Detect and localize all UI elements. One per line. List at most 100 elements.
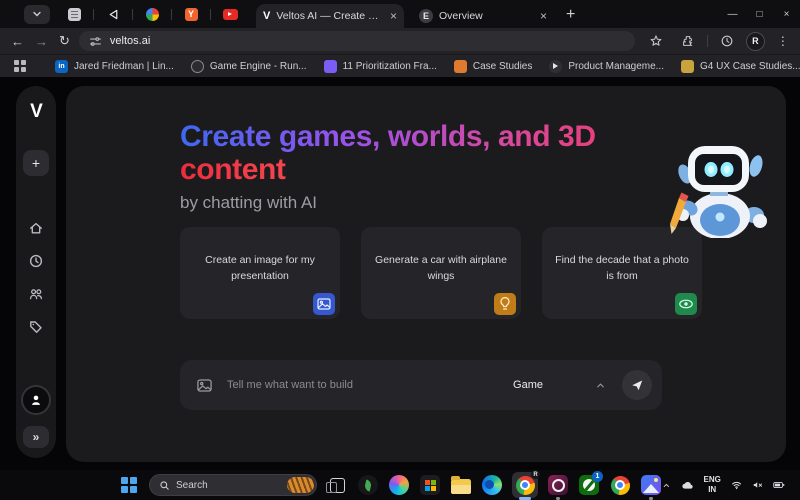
- lightbulb-icon: [494, 293, 516, 315]
- speaker-muted-icon[interactable]: [752, 479, 763, 491]
- game-engine-icon: [191, 60, 204, 73]
- tray-chevron-up-icon[interactable]: [662, 480, 671, 491]
- back-button[interactable]: ←: [11, 34, 24, 49]
- gallery-app-icon[interactable]: [640, 474, 662, 496]
- taskbar-search[interactable]: Search: [149, 474, 317, 496]
- suggestion-card-image[interactable]: Create an image for my presentation: [180, 227, 340, 319]
- address-bar[interactable]: veltos.ai: [79, 31, 635, 51]
- close-tab-icon[interactable]: ×: [540, 10, 547, 22]
- url-text: veltos.ai: [110, 35, 150, 47]
- home-icon[interactable]: [28, 220, 44, 236]
- suggestion-card-decade[interactable]: Find the decade that a photo is from: [542, 227, 702, 319]
- bookmark-item[interactable]: in Jared Friedman | Lin...: [55, 60, 174, 73]
- send-button[interactable]: [622, 370, 652, 400]
- pinned-tab-colorful[interactable]: [138, 0, 166, 28]
- new-tab-button[interactable]: +: [566, 6, 575, 24]
- leaf-app-icon[interactable]: [357, 474, 379, 496]
- mode-selector[interactable]: Game: [513, 379, 543, 391]
- extension-circle-button[interactable]: [720, 34, 734, 48]
- overview-favicon: E: [419, 9, 433, 23]
- pinned-tab-youtube[interactable]: [216, 0, 244, 28]
- search-highlight-image[interactable]: [287, 477, 314, 493]
- bookmark-star-button[interactable]: [649, 34, 663, 48]
- chrome-active-icon[interactable]: R: [512, 472, 538, 498]
- forward-button[interactable]: →: [35, 34, 48, 49]
- attach-image-icon[interactable]: [196, 377, 213, 394]
- start-button[interactable]: [118, 474, 140, 496]
- eye-icon: [675, 293, 697, 315]
- wifi-icon[interactable]: [731, 479, 742, 491]
- tag-icon[interactable]: [28, 319, 44, 335]
- product-management-icon: [549, 60, 562, 73]
- profile-avatar[interactable]: R: [746, 32, 765, 51]
- system-tray: ENGIN 21:24 29-07-2025: [662, 467, 800, 500]
- new-project-button[interactable]: +: [23, 150, 49, 176]
- file-explorer-icon[interactable]: [450, 474, 472, 496]
- tab-title: Overview: [439, 10, 534, 22]
- camera-app-icon[interactable]: [547, 474, 569, 496]
- bookmark-item[interactable]: Case Studies: [454, 60, 532, 73]
- tab-title: Veltos AI — Create Games & 3...: [276, 10, 384, 22]
- expand-sidebar-button[interactable]: »: [23, 426, 49, 448]
- bookmarks-bar: in Jared Friedman | Lin... Game Engine -…: [0, 54, 800, 77]
- windows-taskbar: Search R 1 EN: [0, 470, 800, 500]
- suggestion-card-generate[interactable]: Generate a car with airplane wings: [361, 227, 521, 319]
- edge-icon[interactable]: [481, 474, 503, 496]
- search-icon: [159, 480, 170, 491]
- language-indicator[interactable]: ENGIN: [704, 475, 721, 494]
- reload-button[interactable]: ↻: [59, 33, 70, 49]
- clock[interactable]: 21:24 29-07-2025: [795, 467, 800, 500]
- xbox-notification-badge: 1: [592, 471, 603, 482]
- browser-tab-strip: Y V Veltos AI — Create Games & 3... × E …: [0, 0, 800, 28]
- tab-search-button[interactable]: [24, 5, 50, 24]
- microsoft-store-icon[interactable]: [419, 474, 441, 496]
- bookmark-item[interactable]: Game Engine - Run...: [191, 60, 307, 73]
- pinned-tab-hackernews[interactable]: Y: [177, 0, 205, 28]
- tune-icon: [89, 35, 102, 48]
- prompt-composer[interactable]: Game: [180, 360, 662, 410]
- pinned-tab-doc[interactable]: [60, 0, 88, 28]
- site-sidebar: V + »: [16, 86, 56, 458]
- close-window-button[interactable]: ×: [773, 9, 800, 20]
- desktop-screen: Y V Veltos AI — Create Games & 3... × E …: [0, 0, 800, 500]
- maximize-button[interactable]: □: [746, 9, 773, 20]
- apps-grid-icon[interactable]: [14, 60, 26, 72]
- youtube-icon: [223, 9, 238, 20]
- suggestion-cards: Create an image for my presentation Gene…: [180, 227, 702, 319]
- hero-section: Create games, worlds, and 3D content by …: [180, 120, 680, 213]
- paper-plane-icon: [630, 378, 644, 392]
- tab-veltos[interactable]: V Veltos AI — Create Games & 3... ×: [256, 4, 404, 28]
- veltos-favicon: V: [263, 10, 270, 22]
- minimize-button[interactable]: —: [719, 9, 746, 20]
- main-panel: Create games, worlds, and 3D content by …: [66, 86, 786, 462]
- onedrive-cloud-icon[interactable]: [681, 479, 694, 491]
- person-icon: [29, 393, 43, 407]
- tab-overview[interactable]: E Overview ×: [412, 4, 554, 28]
- community-icon[interactable]: [28, 286, 44, 302]
- triangle-icon: [107, 8, 120, 21]
- browser-toolbar: ← → ↻ veltos.ai R ⋮: [0, 28, 800, 54]
- search-placeholder: Search: [176, 480, 287, 491]
- robot-mascot: [658, 136, 780, 238]
- bookmark-item[interactable]: Product Manageme...: [549, 60, 664, 73]
- battery-icon[interactable]: [773, 479, 785, 491]
- task-view-button[interactable]: [326, 474, 348, 496]
- veltos-logo: V: [30, 101, 42, 123]
- copilot-icon[interactable]: [388, 474, 410, 496]
- chevron-down-icon: [31, 8, 43, 20]
- bookmark-item[interactable]: 11 Prioritization Fra...: [324, 60, 437, 73]
- close-tab-icon[interactable]: ×: [390, 10, 397, 22]
- prompt-input[interactable]: [225, 378, 513, 392]
- browser-menu-button[interactable]: ⋮: [777, 34, 789, 48]
- xbox-icon[interactable]: 1: [578, 474, 600, 496]
- window-controls: — □ ×: [719, 0, 800, 28]
- tray-date: 29-07-2025: [795, 479, 800, 500]
- user-avatar[interactable]: [21, 385, 51, 415]
- extensions-puzzle-button[interactable]: [681, 34, 695, 48]
- history-icon[interactable]: [28, 253, 44, 269]
- bookmark-item[interactable]: G4 UX Case Studies...: [681, 60, 800, 73]
- chevron-up-icon[interactable]: [595, 380, 606, 391]
- pinned-tabs: Y: [60, 0, 244, 28]
- pinned-tab-triangle[interactable]: [99, 0, 127, 28]
- chrome-secondary-icon[interactable]: [609, 474, 631, 496]
